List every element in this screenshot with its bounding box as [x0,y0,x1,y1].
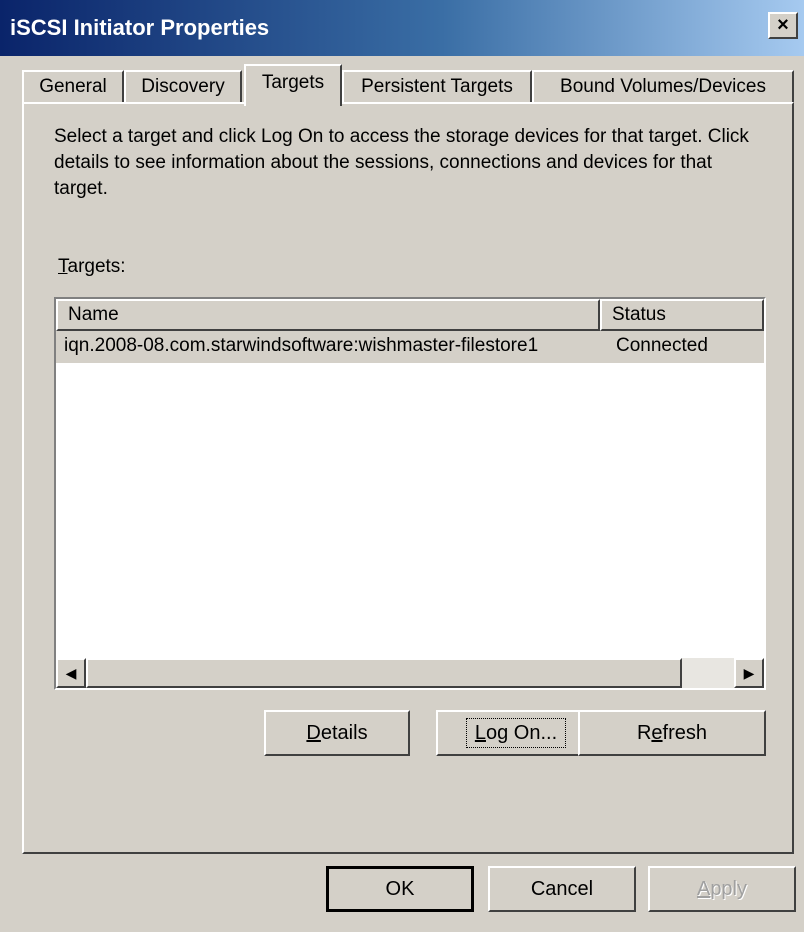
tab-strip: General Discovery Targets Persistent Tar… [22,64,794,106]
instructions-text: Select a target and click Log On to acce… [54,126,749,199]
tab-persistent-targets[interactable]: Persistent Targets [342,70,532,104]
targets-label: Targets: [58,256,126,277]
target-status: Connected [616,335,708,356]
ok-button[interactable]: OK [326,866,474,912]
column-header-name[interactable]: Name [56,299,600,331]
column-header-status[interactable]: Status [600,299,764,331]
tab-targets[interactable]: Targets [244,64,342,106]
target-name: iqn.2008-08.com.starwindsoftware:wishmas… [64,335,539,356]
cancel-button[interactable]: Cancel [488,866,636,912]
horizontal-scrollbar[interactable]: ◀ ▶ [56,658,764,688]
refresh-button[interactable]: Refresh [578,710,766,756]
table-row[interactable]: iqn.2008-08.com.starwindsoftware:wishmas… [56,331,764,363]
tab-discovery[interactable]: Discovery [124,70,242,104]
close-icon[interactable]: × [768,12,798,39]
scroll-right-icon[interactable]: ▶ [734,658,764,688]
tab-general[interactable]: General [22,70,124,104]
apply-button[interactable]: Apply [648,866,796,912]
scroll-thumb[interactable] [86,658,682,688]
iscsi-initiator-properties-dialog: iSCSI Initiator Properties × General Dis… [0,0,804,932]
title-bar[interactable]: iSCSI Initiator Properties × [0,0,804,56]
targets-list[interactable]: Name Status iqn.2008-08.com.starwindsoft… [54,297,766,690]
details-button[interactable]: Details [264,710,410,756]
scroll-left-icon[interactable]: ◀ [56,658,86,688]
targets-list-header: Name Status [56,299,764,331]
window-title: iSCSI Initiator Properties [10,15,270,40]
tab-bound-volumes-devices[interactable]: Bound Volumes/Devices [532,70,794,104]
log-on-button[interactable]: Log On... [436,710,596,756]
focus-rectangle: Log On... [465,718,567,748]
